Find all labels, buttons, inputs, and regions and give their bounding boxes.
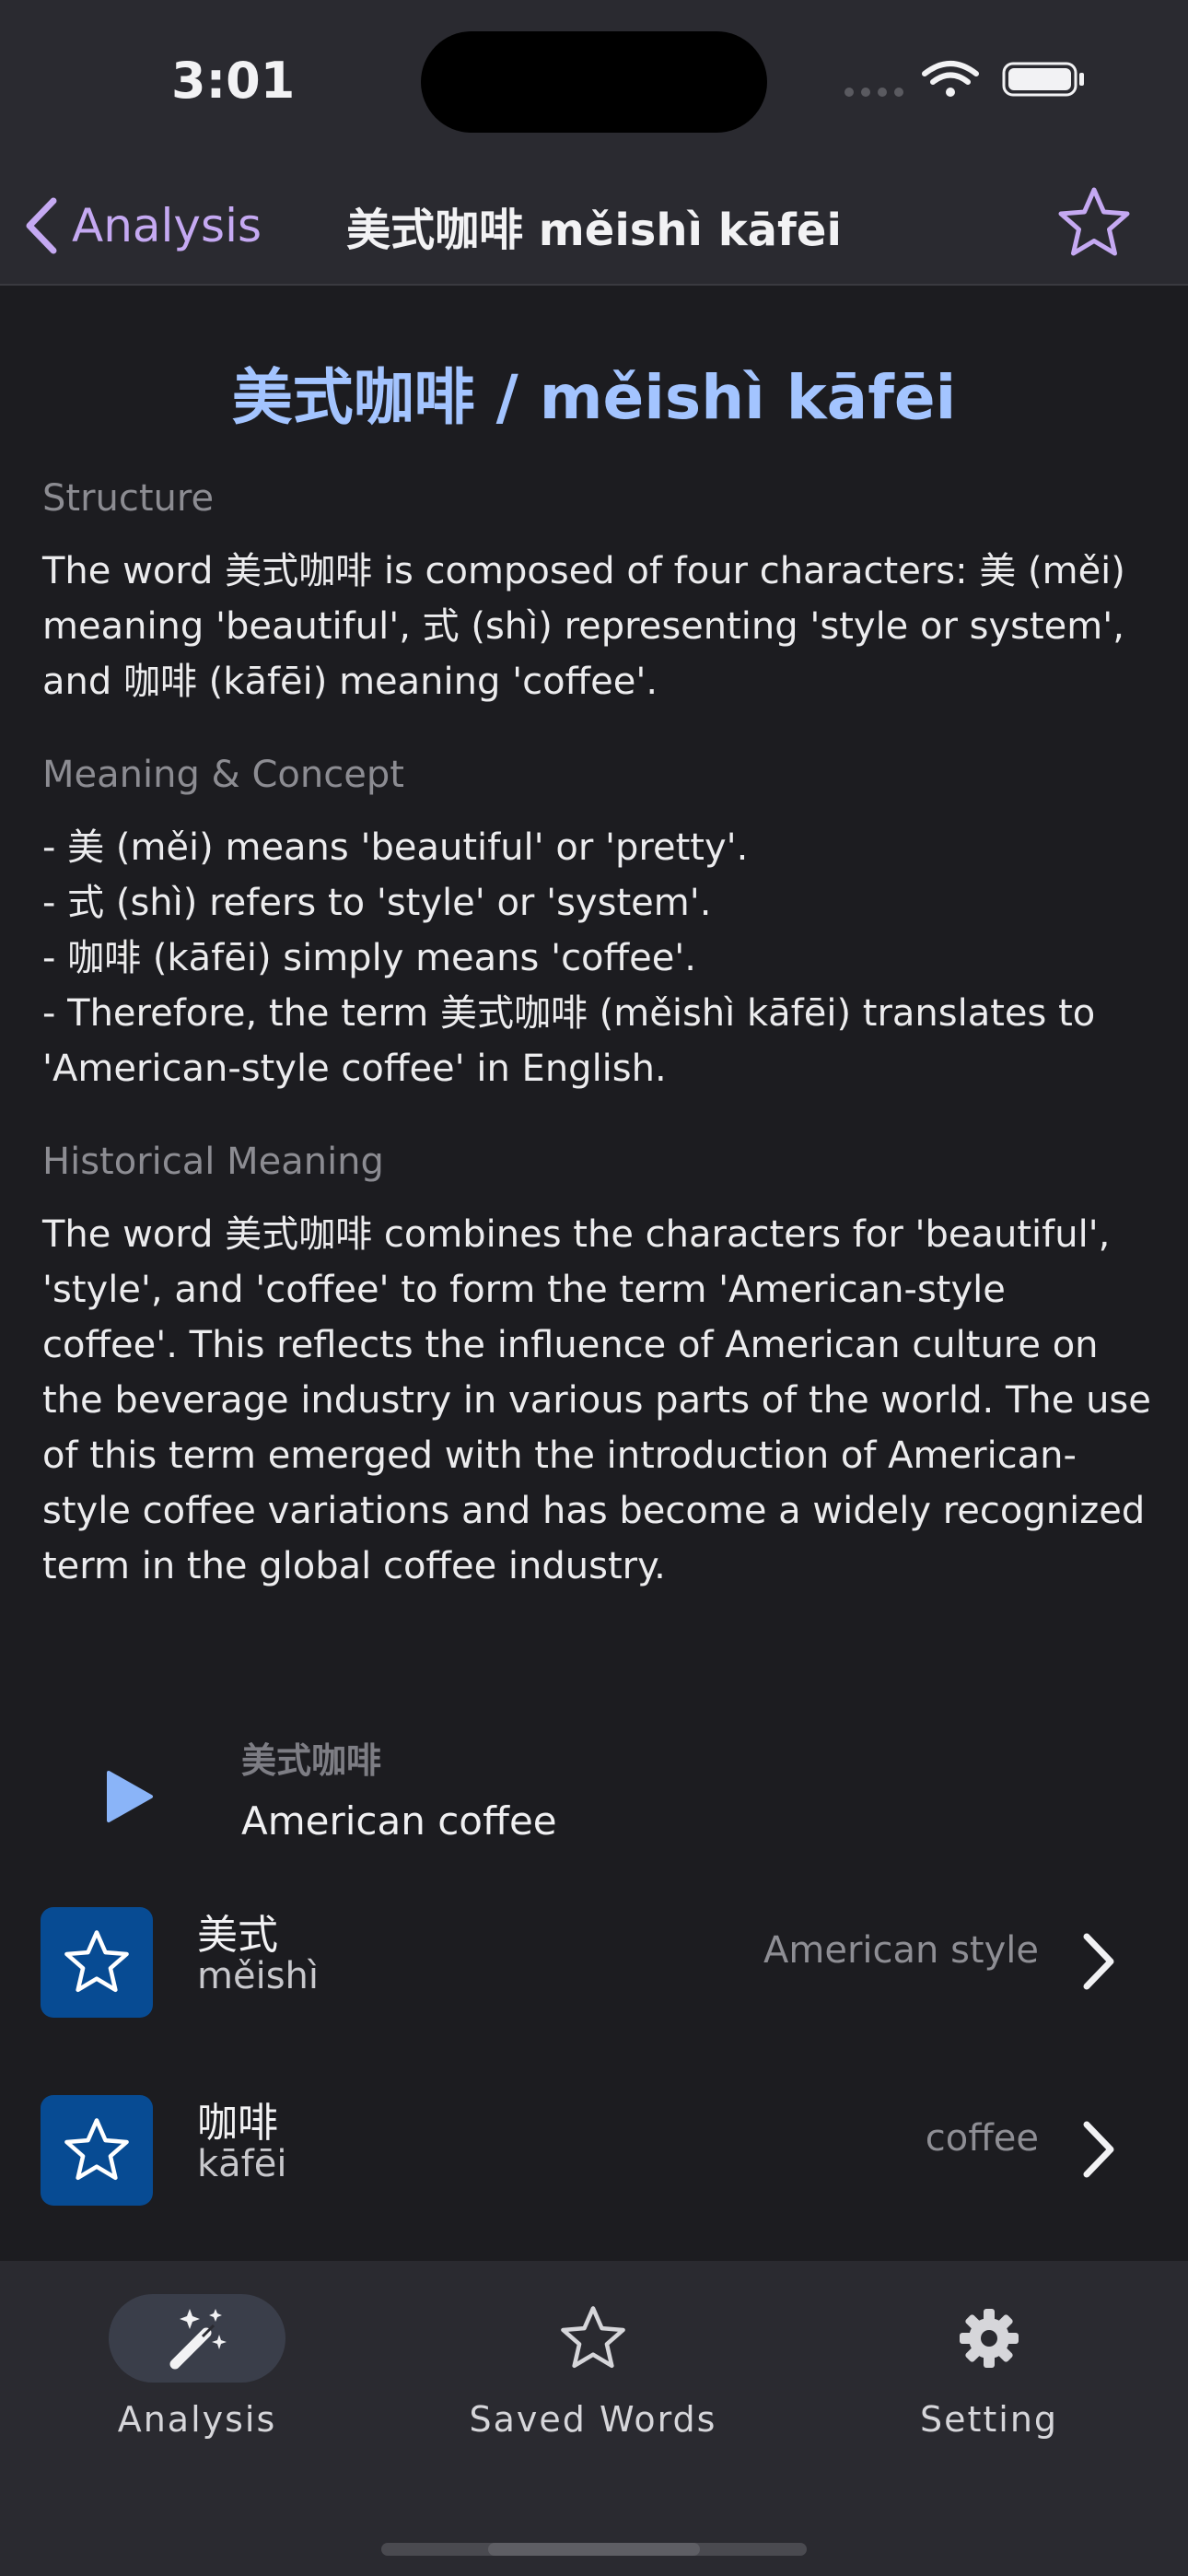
section-label-history: Historical Meaning — [42, 1141, 384, 1183]
tab-saved-words[interactable]: Saved Words — [446, 2294, 740, 2460]
analysis-content: 美式咖啡 / měishì kāfēi Structure The word 美… — [0, 287, 1188, 2259]
nav-title: 美式咖啡 měishì kāfēi — [346, 205, 842, 256]
word-row[interactable]: 美式 měishì American style — [0, 1902, 1188, 2021]
tab-saved-words-label: Saved Words — [469, 2399, 717, 2440]
signal-icon — [844, 88, 903, 97]
dynamic-island — [421, 31, 767, 133]
star-icon — [64, 1930, 129, 1993]
section-label-structure: Structure — [42, 477, 215, 520]
word-meaning: American style — [763, 1929, 1039, 1972]
section-body-meaning: - 美 (měi) means 'beautiful' or 'pretty'.… — [42, 826, 1096, 1090]
word-row[interactable]: 咖啡 kāfēi coffee — [0, 2090, 1188, 2209]
tab-setting[interactable]: Setting — [842, 2294, 1136, 2460]
section-body-history: The word 美式咖啡 combines the characters fo… — [42, 1213, 1151, 1587]
word-meaning: coffee — [925, 2117, 1039, 2160]
back-button[interactable]: Analysis — [18, 184, 262, 267]
status-icons — [844, 61, 1084, 97]
tab-analysis-indicator — [109, 2294, 285, 2383]
tab-setting-indicator — [901, 2294, 1077, 2383]
chevron-right-icon — [1083, 1933, 1114, 1990]
tab-saved-words-indicator — [505, 2294, 681, 2383]
top-bar: 3:01 Analysis 美式咖啡 měishì kāfēi — [0, 0, 1188, 286]
tab-setting-label: Setting — [919, 2399, 1059, 2440]
tab-analysis[interactable]: Analysis — [50, 2294, 344, 2460]
section-body-structure: The word 美式咖啡 is composed of four charac… — [42, 550, 1125, 703]
word-pinyin: kāfēi — [197, 2143, 287, 2185]
word-hanzi: 咖啡 — [197, 2100, 278, 2147]
magic-wand-icon — [169, 2309, 227, 2370]
wifi-icon — [922, 61, 979, 97]
section-label-meaning: Meaning & Concept — [42, 754, 404, 796]
play-icon — [107, 1771, 153, 1822]
gear-icon — [960, 2309, 1019, 2368]
tab-analysis-label: Analysis — [117, 2399, 277, 2440]
chevron-left-icon — [26, 197, 57, 254]
example-hanzi: 美式咖啡 — [241, 1740, 382, 1781]
save-word-button[interactable] — [41, 1907, 153, 2018]
tab-bar: Analysis Saved Words Setting — [0, 2261, 1188, 2576]
example-translation: American coffee — [241, 1798, 557, 1844]
word-headline: 美式咖啡 / měishì kāfēi — [231, 362, 957, 433]
home-indicator[interactable] — [381, 2543, 807, 2556]
favorite-star-icon[interactable] — [1055, 184, 1133, 262]
back-button-label: Analysis — [72, 199, 262, 252]
star-icon — [64, 2118, 129, 2181]
status-time: 3:01 — [171, 52, 296, 110]
example-sentence: 美式咖啡 American coffee — [0, 1714, 1188, 1879]
play-audio-button[interactable] — [83, 1751, 175, 1843]
save-word-button[interactable] — [41, 2095, 153, 2206]
chevron-right-icon — [1083, 2121, 1114, 2178]
screen: 3:01 Analysis 美式咖啡 měishì kāfēi 美式咖啡 / m… — [0, 0, 1188, 2576]
star-icon — [561, 2306, 625, 2369]
battery-icon — [1002, 62, 1084, 97]
word-hanzi: 美式 — [197, 1912, 278, 1959]
word-pinyin: měishì — [197, 1955, 319, 1997]
